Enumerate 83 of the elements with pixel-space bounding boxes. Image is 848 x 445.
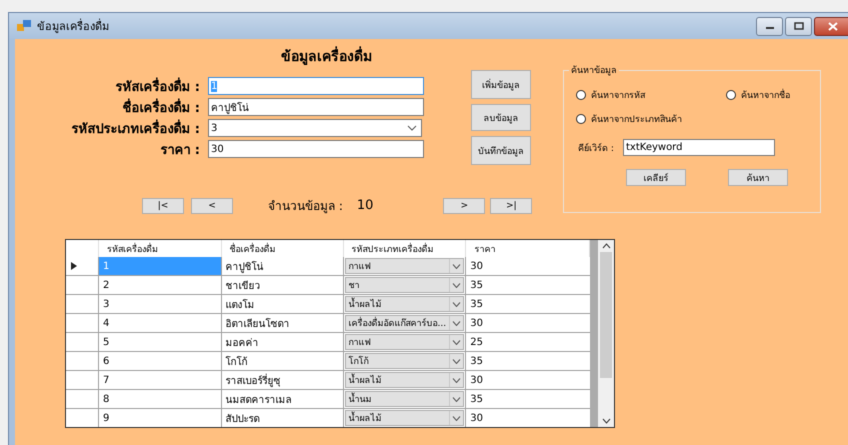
field-label: ชื่อเครื่องดื่ม : bbox=[121, 98, 201, 118]
dropdown-cell[interactable]: กาแฟ bbox=[344, 258, 464, 274]
first-button[interactable]: |< bbox=[142, 198, 184, 214]
dropdown-cell[interactable]: น้ำผลไม้ bbox=[344, 410, 464, 426]
table-cell-text: 25 bbox=[469, 336, 484, 350]
record-count: 10 bbox=[356, 198, 374, 213]
dropdown-field[interactable]: 3 bbox=[208, 119, 422, 137]
keyword-label: คีย์เวิร์ด : bbox=[578, 142, 615, 154]
column-header[interactable]: ชื่อเครื่องดื่ม bbox=[222, 240, 344, 257]
radio-option[interactable]: ค้นหาจากประเภทสินค้า bbox=[576, 112, 826, 126]
chevron-down-icon bbox=[452, 302, 462, 306]
last-button[interactable]: >| bbox=[490, 198, 532, 214]
scroll-up-icon[interactable] bbox=[602, 243, 611, 249]
column-header[interactable]: รหัสประเภทเครื่องดื่ม bbox=[344, 240, 466, 257]
previous-button[interactable]: < bbox=[191, 198, 233, 214]
close-button[interactable] bbox=[814, 16, 848, 36]
table-cell: นมสดคาราเมล bbox=[222, 390, 344, 408]
minimize-button[interactable] bbox=[756, 16, 783, 36]
radio-option[interactable]: ค้นหาจากรหัส bbox=[576, 88, 726, 102]
dropdown-cell[interactable]: น้ำผลไม้ bbox=[344, 372, 464, 388]
table-cell: 9 bbox=[98, 409, 222, 427]
dropdown-cell[interactable]: กาแฟ bbox=[344, 334, 464, 350]
table-cell: มอคค่า bbox=[222, 333, 344, 351]
next-button[interactable]: > bbox=[443, 198, 486, 214]
chevron-down-icon bbox=[452, 416, 462, 420]
dropdown-cell[interactable]: น้ำนม bbox=[344, 391, 464, 407]
table-cell: 5 bbox=[98, 333, 222, 351]
field-label: ราคา : bbox=[159, 142, 201, 160]
table-cell: อิตาเลียนโซดา bbox=[222, 314, 344, 332]
action-button[interactable]: บันทึกข้อมูล bbox=[471, 136, 531, 165]
vertical-scrollbar[interactable] bbox=[598, 240, 614, 427]
search-button[interactable]: ค้นหา bbox=[728, 169, 788, 186]
scroll-down-icon[interactable] bbox=[602, 418, 611, 424]
table-cell: สัปปะรด bbox=[222, 409, 344, 427]
table-cell-text: 35 bbox=[469, 392, 484, 406]
chevron-down-icon bbox=[452, 378, 462, 382]
chevron-down-icon bbox=[452, 340, 462, 344]
table-cell: 7 bbox=[98, 371, 222, 389]
search-button[interactable]: เคลียร์ bbox=[626, 169, 686, 186]
chevron-down-icon bbox=[452, 320, 462, 326]
app-icon bbox=[17, 20, 31, 32]
field-label: รหัสประเภทเครื่องดื่ม : bbox=[70, 118, 201, 138]
radio-option[interactable]: ค้นหาจากชื่อ bbox=[726, 88, 826, 102]
table-cell: ราสเบอร์รี่ยูซุ bbox=[222, 371, 344, 389]
group-title: ค้นหาข้อมูล bbox=[569, 63, 619, 77]
table-cell: โกโก้ bbox=[222, 352, 344, 370]
keyword-field[interactable]: txtKeyword bbox=[623, 139, 775, 156]
window-title: ข้อมูลเครื่องดื่ม bbox=[37, 18, 109, 35]
table-cell: 4 bbox=[98, 314, 222, 332]
table-cell: คาปูชิโน่ bbox=[222, 257, 344, 275]
chevron-down-icon bbox=[452, 396, 462, 402]
action-button[interactable]: เพิ่มข้อมูล bbox=[471, 70, 531, 99]
table-cell: ชาเขียว bbox=[222, 276, 344, 294]
table-cell-text: 30 bbox=[469, 412, 484, 426]
table-cell: 2 bbox=[98, 276, 222, 294]
table-cell: 1 bbox=[98, 257, 222, 275]
chevron-down-icon bbox=[452, 282, 462, 288]
dropdown-cell[interactable]: ชา bbox=[344, 277, 464, 293]
table-cell: 8 bbox=[98, 390, 222, 408]
input-field[interactable]: คาปูชิโน่ bbox=[208, 98, 424, 116]
form-heading: ข้อมูลเครื่องดื่ม bbox=[281, 45, 555, 67]
field-label: รหัสเครื่องดื่ม : bbox=[114, 76, 201, 96]
dropdown-cell[interactable]: น้ำผลไม้ bbox=[344, 296, 464, 312]
table-cell-text: 30 bbox=[469, 374, 484, 388]
table-cell: แตงโม bbox=[222, 295, 344, 313]
record-count-label: จำนวนข้อมูล : bbox=[268, 198, 343, 215]
chevron-down-icon bbox=[407, 125, 417, 131]
chevron-down-icon bbox=[452, 358, 462, 364]
table-cell-text: 35 bbox=[469, 278, 484, 292]
table-cell: 6 bbox=[98, 352, 222, 370]
table-cell: 3 bbox=[98, 295, 222, 313]
input-field[interactable]: 30 bbox=[208, 140, 424, 158]
table-cell-text: 30 bbox=[469, 260, 484, 274]
close-icon bbox=[828, 22, 838, 30]
dropdown-cell[interactable]: โกโก้ bbox=[344, 353, 464, 369]
table-cell-text: 35 bbox=[469, 354, 484, 368]
table-cell-text: 35 bbox=[469, 298, 484, 312]
action-button[interactable]: ลบข้อมูล bbox=[471, 104, 531, 131]
dropdown-cell[interactable]: เครื่องดื่มอัดแก๊สคาร์บอ... bbox=[344, 315, 464, 331]
maximize-button[interactable] bbox=[785, 16, 812, 36]
maximize-icon bbox=[794, 22, 804, 30]
table-cell-text: 30 bbox=[469, 316, 484, 330]
chevron-down-icon bbox=[452, 264, 462, 268]
